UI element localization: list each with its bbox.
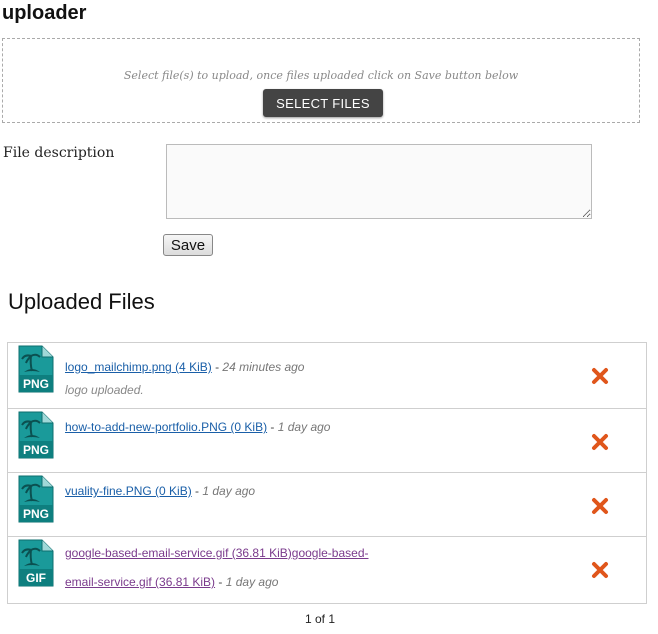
file-row: GIF google-based-email-service.gif (36.8… bbox=[8, 537, 646, 603]
delete-x-icon[interactable] bbox=[591, 497, 609, 515]
file-info: how-to-add-new-portfolio.PNG (0 KiB) - 1… bbox=[65, 420, 331, 434]
file-row: PNG how-to-add-new-portfolio.PNG (0 KiB)… bbox=[8, 409, 646, 473]
file-description-input[interactable] bbox=[166, 144, 592, 219]
file-info: google-based-email-service.gif (36.81 Ki… bbox=[65, 546, 369, 589]
page-title: uploader bbox=[2, 2, 87, 24]
file-timestamp: 24 minutes ago bbox=[222, 360, 305, 374]
upload-hint: Select file(s) to upload, once files upl… bbox=[123, 69, 519, 82]
select-files-button[interactable]: SELECT FILES bbox=[263, 89, 383, 117]
image-file-icon: GIF bbox=[18, 539, 54, 587]
image-file-icon: PNG bbox=[18, 345, 54, 393]
file-type-label: GIF bbox=[26, 571, 46, 585]
file-description: logo uploaded. bbox=[65, 383, 144, 397]
file-timestamp: 1 day ago bbox=[277, 420, 331, 434]
file-link[interactable]: logo_mailchimp.png (4 KiB) bbox=[65, 360, 212, 374]
file-row: PNG vuality-fine.PNG (0 KiB) - 1 day ago bbox=[8, 473, 646, 537]
image-file-icon: PNG bbox=[18, 411, 54, 459]
upload-dropzone[interactable]: Select file(s) to upload, once files upl… bbox=[2, 38, 640, 123]
save-button[interactable]: Save bbox=[163, 234, 213, 256]
file-info: vuality-fine.PNG (0 KiB) - 1 day ago bbox=[65, 484, 256, 498]
file-info: logo_mailchimp.png (4 KiB) - 24 minutes … bbox=[65, 360, 305, 374]
file-row: PNG logo_mailchimp.png (4 KiB) - 24 minu… bbox=[8, 343, 646, 409]
file-link[interactable]: how-to-add-new-portfolio.PNG (0 KiB) bbox=[65, 420, 267, 434]
file-type-label: PNG bbox=[23, 377, 49, 391]
file-type-label: PNG bbox=[23, 443, 49, 457]
uploaded-files-list: PNG logo_mailchimp.png (4 KiB) - 24 minu… bbox=[7, 342, 647, 604]
delete-x-icon[interactable] bbox=[591, 367, 609, 385]
file-type-label: PNG bbox=[23, 507, 49, 521]
delete-x-icon[interactable] bbox=[591, 433, 609, 451]
image-file-icon: PNG bbox=[18, 475, 54, 523]
file-description-label: File description bbox=[3, 145, 115, 161]
pagination: 1 of 1 bbox=[304, 612, 336, 626]
file-timestamp: 1 day ago bbox=[202, 484, 256, 498]
delete-x-icon[interactable] bbox=[591, 561, 609, 579]
file-link[interactable]: vuality-fine.PNG (0 KiB) bbox=[65, 484, 192, 498]
uploaded-files-heading: Uploaded Files bbox=[8, 289, 155, 314]
file-timestamp: 1 day ago bbox=[225, 575, 279, 589]
